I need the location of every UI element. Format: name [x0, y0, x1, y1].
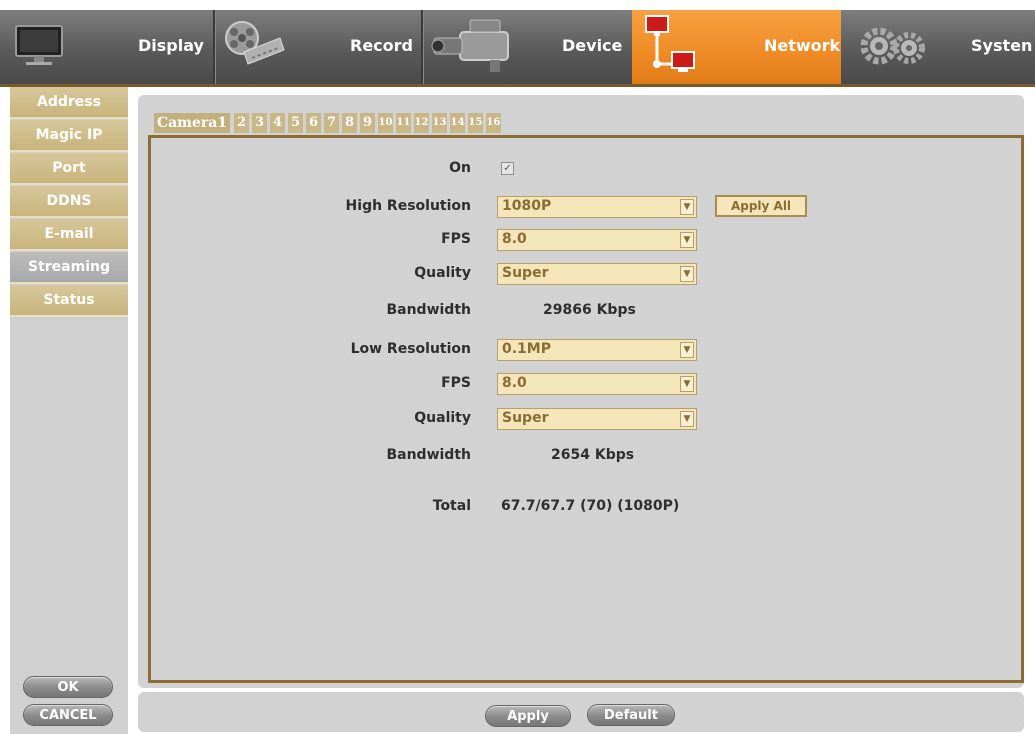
tab-camera-7[interactable]: 7	[324, 113, 339, 133]
stream-settings-form: On ✓ High Resolution 1080P ▼ Apply All F…	[148, 135, 1024, 683]
tab-camera-13[interactable]: 13	[432, 113, 447, 133]
nav-tab-network[interactable]: Network	[632, 10, 841, 84]
nav-label-system: Systen	[971, 36, 1033, 55]
high-resolution-select[interactable]: 1080P ▼	[497, 196, 697, 218]
high-bandwidth-value: 29866 Kbps	[543, 302, 636, 318]
on-checkbox[interactable]: ✓	[501, 162, 514, 175]
camcorder-icon	[430, 18, 526, 78]
chevron-down-icon: ▼	[680, 232, 694, 248]
tab-camera-14[interactable]: 14	[450, 113, 465, 133]
sidebar: Address Magic IP Port DDNS E-mail Stream…	[10, 87, 128, 734]
nav-tab-display[interactable]: Display	[0, 10, 215, 84]
tab-camera-8[interactable]: 8	[342, 113, 357, 133]
low-fps-value: 8.0	[502, 375, 527, 391]
tab-camera-6[interactable]: 6	[306, 113, 321, 133]
film-reel-icon	[222, 16, 286, 78]
tab-camera-15[interactable]: 15	[468, 113, 483, 133]
tab-camera-16[interactable]: 16	[486, 113, 501, 133]
apply-button[interactable]: Apply	[485, 705, 571, 727]
low-fps-select[interactable]: 8.0 ▼	[497, 373, 697, 395]
gears-icon	[859, 24, 931, 72]
tab-camera-2[interactable]: 2	[234, 113, 249, 133]
low-resolution-label: Low Resolution	[350, 341, 471, 357]
nav-label-device: Device	[562, 36, 623, 55]
tab-camera-9[interactable]: 9	[360, 113, 375, 133]
nav-label-network: Network	[764, 36, 841, 55]
low-quality-value: Super	[502, 410, 549, 426]
network-icon	[640, 14, 700, 80]
high-fps-select[interactable]: 8.0 ▼	[497, 229, 697, 251]
high-bandwidth-label: Bandwidth	[386, 302, 471, 318]
nav-label-record: Record	[350, 36, 413, 55]
action-bar: Apply Default	[138, 692, 1024, 732]
total-label: Total	[432, 498, 471, 514]
sidebar-item-email[interactable]: E-mail	[10, 219, 128, 251]
high-fps-label: FPS	[441, 231, 471, 247]
main-content: Camera1 2 3 4 5 6 7 8 9 10 11 12 13 14 1…	[132, 87, 1032, 734]
tab-camera-10[interactable]: 10	[378, 113, 393, 133]
sidebar-item-port[interactable]: Port	[10, 153, 128, 185]
nav-tab-system[interactable]: Systen	[841, 10, 1035, 84]
nav-tab-device[interactable]: Device	[424, 10, 632, 84]
tab-camera-5[interactable]: 5	[288, 113, 303, 133]
on-label: On	[449, 160, 471, 176]
high-quality-label: Quality	[414, 265, 471, 281]
streaming-panel: Camera1 2 3 4 5 6 7 8 9 10 11 12 13 14 1…	[138, 95, 1024, 688]
apply-all-button[interactable]: Apply All	[715, 195, 807, 217]
low-fps-label: FPS	[441, 375, 471, 391]
sidebar-item-status[interactable]: Status	[10, 285, 128, 317]
cancel-button[interactable]: CANCEL	[23, 704, 113, 726]
high-quality-select[interactable]: Super ▼	[497, 263, 697, 285]
chevron-down-icon: ▼	[680, 411, 694, 427]
sidebar-item-magic-ip[interactable]: Magic IP	[10, 120, 128, 152]
chevron-down-icon: ▼	[680, 199, 694, 215]
sidebar-item-address[interactable]: Address	[10, 87, 128, 119]
monitor-icon	[14, 22, 64, 72]
sidebar-item-streaming[interactable]: Streaming	[10, 252, 128, 284]
tab-camera-1[interactable]: Camera1	[154, 113, 230, 133]
low-bandwidth-label: Bandwidth	[386, 447, 471, 463]
tab-camera-11[interactable]: 11	[396, 113, 411, 133]
high-resolution-value: 1080P	[502, 198, 552, 214]
low-bandwidth-value: 2654 Kbps	[551, 447, 635, 463]
nav-tab-record[interactable]: Record	[216, 10, 422, 84]
low-resolution-select[interactable]: 0.1MP ▼	[497, 339, 697, 361]
high-fps-value: 8.0	[502, 231, 527, 247]
chevron-down-icon: ▼	[680, 342, 694, 358]
sidebar-item-ddns[interactable]: DDNS	[10, 186, 128, 218]
low-resolution-value: 0.1MP	[502, 341, 551, 357]
low-quality-label: Quality	[414, 410, 471, 426]
high-quality-value: Super	[502, 265, 549, 281]
default-button[interactable]: Default	[587, 704, 675, 726]
top-nav-bar: Display Record Device Network Systen	[0, 10, 1035, 87]
tab-camera-12[interactable]: 12	[414, 113, 429, 133]
total-value: 67.7/67.7 (70) (1080P)	[501, 498, 680, 514]
tab-camera-4[interactable]: 4	[270, 113, 285, 133]
high-resolution-label: High Resolution	[345, 198, 471, 214]
chevron-down-icon: ▼	[680, 376, 694, 392]
tab-camera-3[interactable]: 3	[252, 113, 267, 133]
chevron-down-icon: ▼	[680, 266, 694, 282]
low-quality-select[interactable]: Super ▼	[497, 408, 697, 430]
ok-button[interactable]: OK	[23, 676, 113, 698]
nav-label-display: Display	[138, 36, 204, 55]
